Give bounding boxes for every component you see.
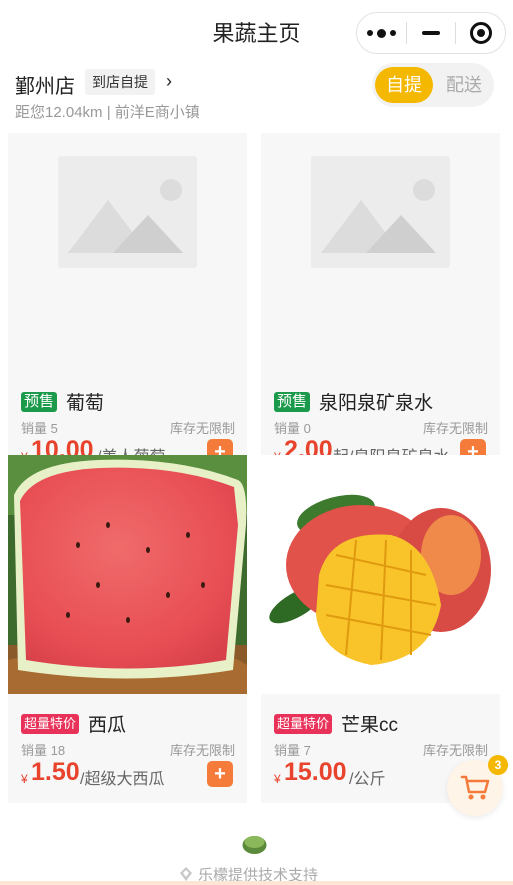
sales-count: 销量 7 bbox=[274, 743, 311, 758]
presale-tag: 预售 bbox=[21, 392, 58, 412]
diamond-logo-icon bbox=[180, 867, 192, 881]
store-distance: 距您12.04km | 前洋E商小镇 bbox=[15, 104, 200, 121]
shopping-cart-icon bbox=[460, 775, 490, 800]
product-card[interactable]: 超量特价 西瓜 销量 18 库存无限制 ¥ 1.50 /超级大西瓜 + bbox=[8, 455, 247, 803]
product-image[interactable] bbox=[261, 133, 500, 372]
product-card[interactable]: 预售 葡萄 销量 5 库存无限制 ¥ 10.00 /美人葡萄 + bbox=[8, 133, 247, 481]
product-price: 15.00 bbox=[284, 758, 347, 786]
brand-logo-icon bbox=[242, 836, 267, 854]
stock-status: 库存无限制 bbox=[169, 421, 235, 436]
store-name[interactable]: 鄞州店 bbox=[15, 70, 75, 99]
currency-symbol: ¥ bbox=[274, 772, 281, 786]
pickup-mode-button[interactable]: 自提 bbox=[375, 67, 433, 103]
stock-status: 库存无限制 bbox=[169, 743, 235, 758]
product-name: 西瓜 bbox=[88, 715, 127, 736]
mango-image bbox=[261, 455, 500, 694]
product-name: 葡萄 bbox=[66, 393, 105, 414]
product-unit: /公斤 bbox=[349, 771, 386, 788]
watermelon-image bbox=[8, 455, 247, 694]
delivery-mode-button[interactable]: 配送 bbox=[436, 67, 492, 103]
product-card[interactable]: 预售 泉阳泉矿泉水 销量 0 库存无限制 ¥ 2.00 起/泉阳泉矿泉水 + bbox=[261, 133, 500, 481]
sales-count: 销量 5 bbox=[21, 421, 58, 436]
product-unit: /超级大西瓜 bbox=[80, 771, 165, 788]
close-button[interactable] bbox=[456, 13, 505, 53]
placeholder-image-icon bbox=[311, 156, 450, 268]
product-name: 芒果cc bbox=[341, 715, 399, 736]
presale-tag: 预售 bbox=[274, 392, 311, 412]
more-dots-icon bbox=[366, 28, 396, 38]
product-image[interactable] bbox=[8, 455, 247, 694]
product-price: 1.50 bbox=[31, 758, 80, 786]
more-button[interactable] bbox=[357, 13, 406, 53]
product-image[interactable] bbox=[261, 455, 500, 694]
special-offer-tag: 超量特价 bbox=[274, 714, 333, 734]
stock-status: 库存无限制 bbox=[422, 421, 488, 436]
plus-icon: + bbox=[214, 763, 226, 785]
navbar: 果蔬主页 bbox=[0, 0, 513, 62]
mini-program-capsule bbox=[356, 12, 506, 54]
close-target-icon bbox=[469, 22, 492, 44]
product-name: 泉阳泉矿泉水 bbox=[319, 393, 434, 414]
stock-status: 库存无限制 bbox=[422, 743, 488, 758]
special-offer-tag: 超量特价 bbox=[21, 714, 80, 734]
sales-count: 销量 0 bbox=[274, 421, 311, 436]
footer-bar bbox=[0, 881, 513, 885]
add-to-cart-button[interactable]: + bbox=[207, 761, 233, 787]
currency-symbol: ¥ bbox=[21, 772, 28, 786]
minimize-icon bbox=[422, 31, 440, 35]
product-image[interactable] bbox=[8, 133, 247, 372]
delivery-mode-toggle: 自提 配送 bbox=[372, 63, 494, 107]
chevron-right-icon[interactable]: › bbox=[166, 69, 172, 93]
product-card[interactable]: 超量特价 芒果cc 销量 7 库存无限制 ¥ 15.00 /公斤 bbox=[261, 455, 500, 803]
sales-count: 销量 18 bbox=[21, 743, 66, 758]
minimize-button[interactable] bbox=[407, 13, 456, 53]
cart-count-badge: 3 bbox=[488, 755, 508, 775]
store-mode-badge[interactable]: 到店自提 bbox=[85, 69, 155, 95]
placeholder-image-icon bbox=[58, 156, 197, 268]
page: 果蔬主页 鄞州店 到店自提 › 距您12.04km | 前洋E商小镇 自提 配送 bbox=[0, 0, 513, 885]
